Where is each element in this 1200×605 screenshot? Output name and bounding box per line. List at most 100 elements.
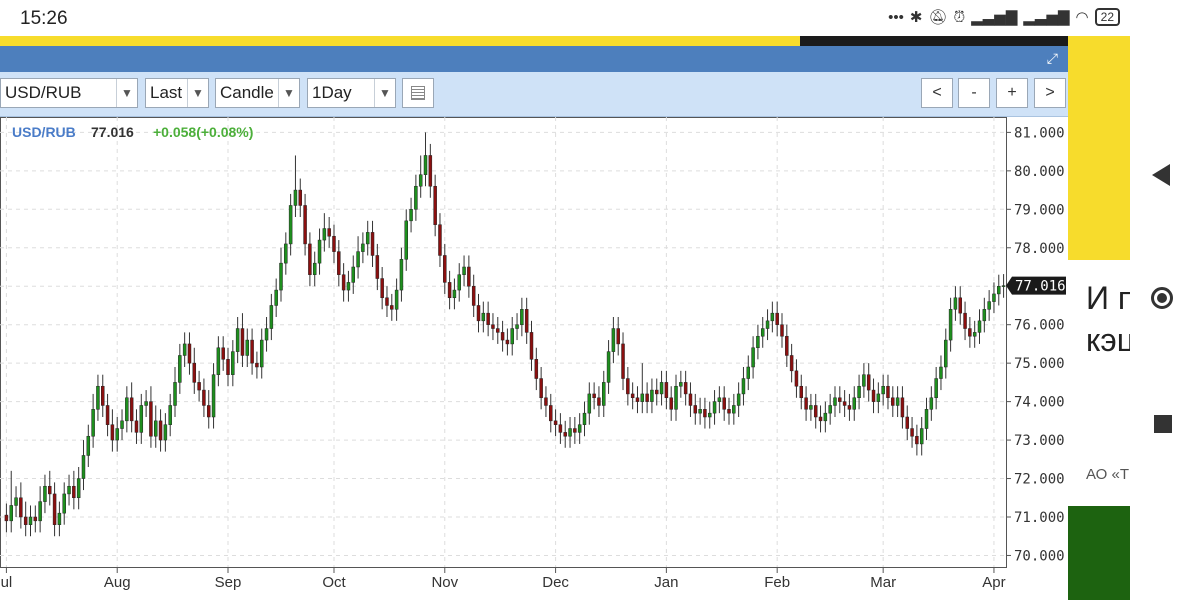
candle-body <box>606 351 611 383</box>
candle-body <box>255 362 259 368</box>
recent-apps-icon[interactable] <box>1154 415 1172 433</box>
candle-body <box>496 328 500 333</box>
candle-body <box>939 366 943 379</box>
candle-body <box>462 266 466 275</box>
candle-body <box>977 320 982 333</box>
chevron-down-icon: ▼ <box>278 79 299 107</box>
candle-body <box>785 335 789 356</box>
candle-body <box>327 228 331 237</box>
zoom-out-button[interactable]: - <box>958 78 990 108</box>
candle-body <box>741 378 746 395</box>
candle-body <box>573 428 577 433</box>
x-axis: ul Aug Sep Oct Nov Dec Jan Feb Mar Apr <box>1 567 1006 591</box>
candle-body <box>833 397 837 406</box>
candle-body <box>630 393 635 399</box>
candlestick-chart[interactable]: 81.00080.00079.00078.00077.00076.00075.0… <box>0 117 1068 600</box>
battery-icon: 22 <box>1094 8 1120 26</box>
candle-body <box>491 324 495 329</box>
candle-body <box>900 397 905 418</box>
y-tick-label: 81.000 <box>1014 125 1065 141</box>
candle-body <box>703 409 707 418</box>
candle-body <box>886 385 890 399</box>
candle-body <box>549 405 553 422</box>
candle-body <box>308 243 312 275</box>
y-tick-label: 80.000 <box>1014 164 1065 180</box>
candle-body <box>428 155 433 187</box>
back-icon[interactable] <box>1152 164 1170 186</box>
candle-body <box>134 420 139 433</box>
expand-icon[interactable]: ⤢ <box>1047 50 1058 67</box>
candle-body <box>438 224 442 256</box>
candle-body <box>515 324 519 329</box>
candle-body <box>361 243 365 252</box>
candle-body <box>385 297 389 306</box>
x-tick-label: ul <box>1 574 13 591</box>
side-ad[interactable]: И п кэц АО «Т <box>1068 36 1130 600</box>
ad-headline-2: кэц <box>1086 322 1130 358</box>
scroll-left-button[interactable]: < <box>921 78 953 108</box>
interval-select[interactable]: 1Day ▼ <box>307 78 396 108</box>
candle-body <box>149 401 153 437</box>
ad-headline-1: И п <box>1086 280 1130 316</box>
ad-advertiser: АО «Т <box>1086 466 1130 483</box>
signal-icon: ▂▃▅▇ <box>971 9 1018 26</box>
candle-body <box>129 397 134 422</box>
candle-body <box>809 405 813 410</box>
candle-body <box>365 232 370 245</box>
price-type-label: Last <box>150 83 183 102</box>
candle-body <box>139 405 144 433</box>
candle-body <box>284 243 288 264</box>
candle-body <box>356 251 360 268</box>
chart-toolbar: USD/RUB ▼ Last ▼ Candle ▼ 1Day ▼ < - + > <box>0 72 1068 117</box>
candle-body <box>452 289 457 299</box>
candle-body <box>187 343 192 364</box>
candle-body <box>568 428 572 437</box>
candle-body <box>182 343 187 356</box>
candle-body <box>655 389 659 395</box>
y-tick-label: 79.000 <box>1014 202 1065 218</box>
candle-body <box>828 405 832 414</box>
candle-body <box>486 312 490 325</box>
candle-body <box>963 312 967 329</box>
candle-body <box>659 382 664 395</box>
candle-body <box>351 266 355 283</box>
settings-list-button[interactable] <box>402 78 434 108</box>
home-icon[interactable] <box>1151 287 1173 309</box>
candle-body <box>105 405 110 425</box>
symbol-select[interactable]: USD/RUB ▼ <box>0 78 138 108</box>
x-tick-label: Nov <box>431 574 458 591</box>
candle-body <box>19 497 23 518</box>
symbol-select-label: USD/RUB <box>5 83 82 102</box>
x-tick-label: Apr <box>982 574 1005 591</box>
candle-body <box>471 285 476 306</box>
candle-body <box>626 378 630 395</box>
chart-area[interactable]: 81.00080.00079.00078.00077.00076.00075.0… <box>0 117 1068 600</box>
candle-body <box>765 320 770 329</box>
candle-body <box>722 397 726 410</box>
chart-type-label: Candle <box>220 83 274 102</box>
system-nav-bar <box>1130 0 1200 600</box>
candle-body <box>640 393 645 402</box>
y-axis: 81.00080.00079.00078.00077.00076.00075.0… <box>1006 125 1066 564</box>
candle-body <box>390 305 394 310</box>
candle-body <box>370 232 375 256</box>
candle-body <box>48 485 52 495</box>
candle-body <box>467 266 471 287</box>
price-type-select[interactable]: Last ▼ <box>145 78 209 108</box>
chevron-down-icon: ▼ <box>187 79 208 107</box>
candle-body <box>847 405 852 410</box>
candle-body <box>944 339 948 368</box>
candle-body <box>602 382 606 406</box>
candle-body <box>120 420 124 429</box>
candle-body <box>81 455 86 479</box>
chart-type-select[interactable]: Candle ▼ <box>215 78 300 108</box>
scroll-right-button[interactable]: > <box>1034 78 1066 108</box>
bluetooth-icon: ✱ <box>909 9 923 26</box>
candle-body <box>14 497 18 506</box>
candle-body <box>206 405 211 418</box>
candle-body <box>756 335 760 349</box>
candle-body <box>52 493 57 525</box>
top-ad-strip[interactable] <box>0 36 1068 46</box>
candle-body <box>968 328 972 337</box>
zoom-in-button[interactable]: + <box>996 78 1028 108</box>
